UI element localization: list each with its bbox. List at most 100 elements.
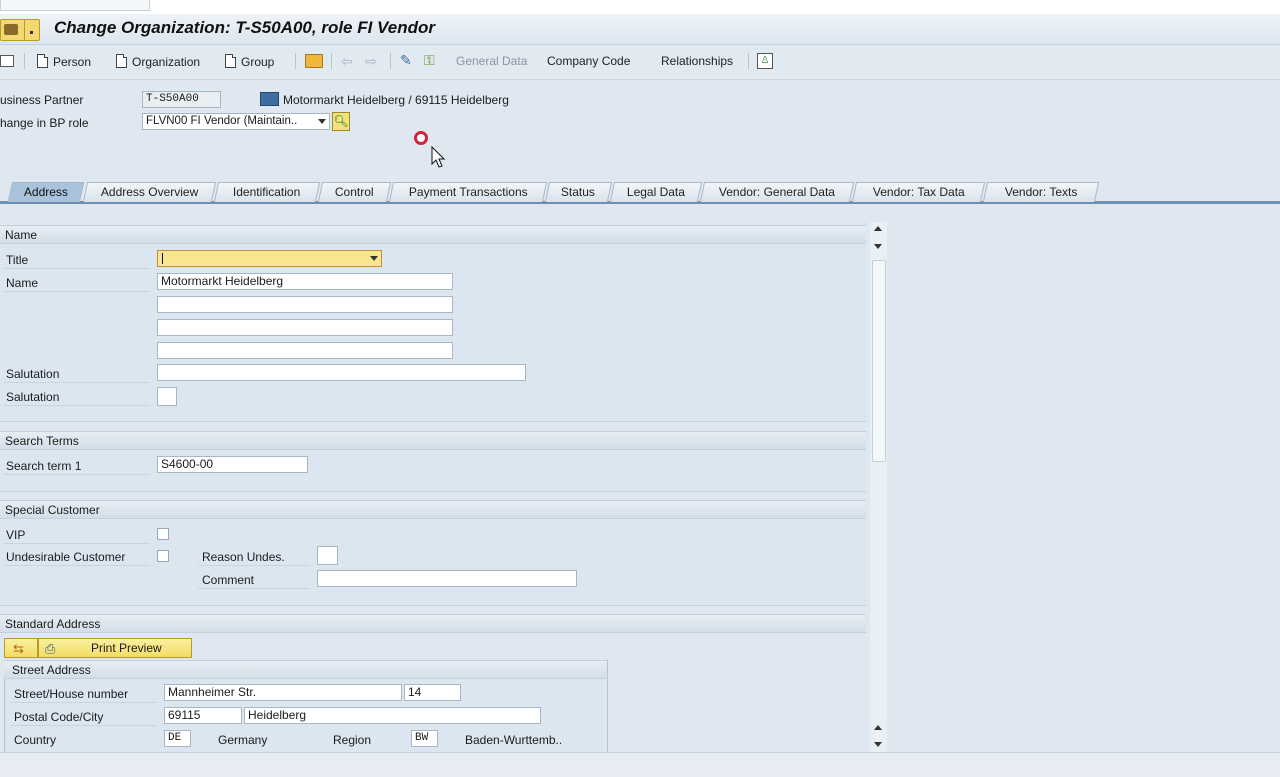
person-card-icon[interactable]: ♙ [757,53,773,69]
company-code-button[interactable]: Company Code [547,54,630,68]
person-button[interactable]: Person [37,54,91,69]
tab-legal-data[interactable]: Legal Data [609,182,703,202]
tab-vendor-general-data[interactable]: Vendor: General Data [699,182,855,202]
title-label: Title [6,253,29,267]
tab-control[interactable]: Control [317,182,392,202]
country-code-field[interactable]: DE [164,730,191,747]
menu-icon[interactable] [0,19,40,41]
layout-icon[interactable] [0,55,14,67]
standard-address-header: Standard Address [0,614,866,633]
salutation-field[interactable] [157,364,526,381]
title-bar: Change Organization: T-S50A00, role FI V… [0,14,1280,45]
tab-address-overview[interactable]: Address Overview [82,182,217,202]
address-move-button[interactable]: ⇆ [4,638,38,658]
postal-code-field[interactable]: 69115 [164,707,242,724]
undesirable-label: Undesirable Customer [6,550,126,564]
country-label: Country [14,733,57,747]
tab-label: Payment Transactions [408,185,528,199]
tab-label: Vendor: General Data [718,185,835,199]
printer-icon: ⎙ [45,641,56,656]
status-bar [0,752,1280,777]
reason-field[interactable] [317,546,338,565]
house-number-field[interactable]: 14 [404,684,461,701]
tab-label: Vendor: Texts [1004,185,1078,199]
vertical-scrollbar[interactable] [870,222,887,752]
tab-address[interactable]: Address [7,182,85,202]
name-field-3[interactable] [157,319,453,336]
comment-field[interactable] [317,570,577,587]
scroll-page-up-icon[interactable] [874,725,882,730]
organization-icon [260,92,279,106]
tab-label: Control [335,185,374,199]
main-content: Name Title Name Motormarkt Heidelberg Sa… [0,222,866,753]
person-label: Person [53,55,92,69]
tab-status[interactable]: Status [544,182,613,202]
salutation2-field[interactable] [157,387,177,406]
name-field-4[interactable] [157,342,453,359]
comment-label: Comment [202,573,255,587]
text-caret [162,253,163,264]
print-preview-label: Print Preview [91,641,162,655]
role-dropdown[interactable]: FLVN00 FI Vendor (Maintain.. [142,113,330,130]
search-term1-field[interactable]: S4600-00 [157,456,308,473]
region-label: Region [333,733,372,747]
open-folder-icon[interactable] [305,54,323,68]
bp-number-field: T-S50A00 [142,91,221,108]
role-label: hange in BP role [0,116,89,130]
document-icon [116,54,127,68]
tab-label: Address [23,185,68,199]
title-dropdown[interactable] [157,250,382,267]
bp-description: Motormarkt Heidelberg / 69115 Heidelberg [283,93,509,107]
edit-glasses-icon[interactable]: ✎ [400,53,412,67]
role-value: FLVN00 FI Vendor (Maintain.. [146,115,298,127]
postal-label: Postal Code/City [14,710,104,724]
transfer-icon: ⇆ [13,641,24,656]
page-title: Change Organization: T-S50A00, role FI V… [54,18,435,37]
name-label: Name [6,276,39,290]
group-button[interactable]: Group [225,54,274,69]
organization-button[interactable]: Organization [116,54,200,69]
street-address-header: Street Address [4,660,606,679]
special-customer-header: Special Customer [0,500,866,519]
salutation-label: Salutation [6,367,60,381]
organization-label: Organization [132,55,201,69]
role-search-icon[interactable]: 🔍︎ [332,112,350,131]
region-code-field[interactable]: BW [411,730,438,747]
vip-checkbox[interactable] [157,528,169,540]
search-terms-header: Search Terms [0,431,866,450]
vip-label: VIP [6,528,26,542]
general-data-button[interactable]: General Data [456,54,527,68]
region-name: Baden-Wurttemb.. [465,733,563,747]
tab-label: Legal Data [626,185,685,199]
relationships-button[interactable]: Relationships [661,54,733,68]
toolbar: Person Organization Group ⇦ ⇨ ✎ ⚿ Genera… [0,45,1280,80]
salutation2-label: Salutation [6,390,60,404]
scroll-up-icon[interactable] [874,226,882,231]
document-icon [37,54,48,68]
group-label: Group [241,55,275,69]
search-terms-body [0,451,866,492]
recording-indicator-icon [414,131,428,145]
name-field-1[interactable]: Motormarkt Heidelberg [157,273,453,290]
name-section-header: Name [0,225,866,244]
tab-vendor-tax-data[interactable]: Vendor: Tax Data [851,182,986,202]
tab-label: Status [561,185,596,199]
tab-vendor-texts[interactable]: Vendor: Texts [982,182,1100,202]
top-strip [0,0,1280,14]
chevron-down-icon [318,119,326,124]
city-field[interactable]: Heidelberg [244,707,541,724]
scroll-down-icon[interactable] [874,742,882,747]
street-field[interactable]: Mannheimer Str. [164,684,402,701]
tab-payment-transactions[interactable]: Payment Transactions [388,182,548,202]
street-label: Street/House number [14,687,129,701]
lock-switch-icon[interactable]: ⚿ [424,53,435,67]
tab-identification[interactable]: Identification [213,182,321,202]
chevron-down-icon [370,256,378,261]
scroll-page-down-icon[interactable] [874,244,882,249]
scroll-thumb[interactable] [872,260,886,462]
back-arrow-icon[interactable]: ⇦ [341,54,353,68]
undesirable-checkbox[interactable] [157,550,169,562]
name-field-2[interactable] [157,296,453,313]
print-preview-button[interactable]: ⎙ Print Preview [38,638,192,658]
forward-arrow-icon[interactable]: ⇨ [365,54,377,68]
